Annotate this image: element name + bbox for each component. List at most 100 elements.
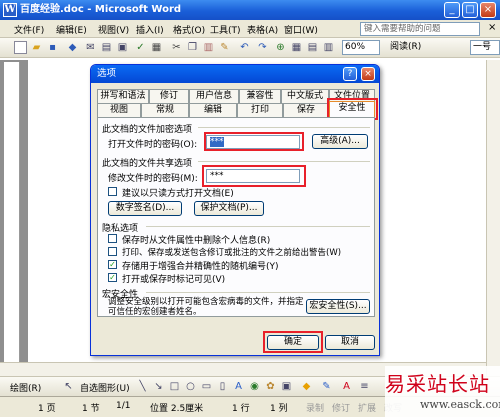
readonly-label: 建议以只读方式打开文档(E) <box>122 189 234 199</box>
print-preview-icon[interactable]: ▣ <box>116 41 129 54</box>
menu-format[interactable]: 格式(O) <box>173 23 205 36</box>
undo-icon[interactable]: ↶ <box>238 41 251 54</box>
draw-menu[interactable]: 绘图(R) <box>10 381 41 394</box>
status-section: 1 节 <box>82 404 100 414</box>
clipart-icon[interactable]: ✿ <box>264 380 277 393</box>
hyperlink-icon[interactable]: ⊕ <box>274 41 287 54</box>
new-document-icon[interactable] <box>14 41 27 54</box>
privacy-checkbox-4[interactable]: ✓ <box>108 273 117 282</box>
diagram-icon[interactable]: ◉ <box>248 380 261 393</box>
privacy-checkbox-1[interactable] <box>108 234 117 243</box>
tab-general[interactable]: 常规 <box>141 103 189 117</box>
tab-edit[interactable]: 编辑 <box>189 103 237 117</box>
arrow-icon[interactable]: ↘ <box>152 380 165 393</box>
vertical-textbox-icon[interactable]: ▯ <box>216 380 229 393</box>
dialog-help-button[interactable]: ? <box>343 67 357 81</box>
open-password-label: 打开文件时的密码(O): <box>108 140 198 150</box>
macro-description: 调整安全级别以打开可能包含宏病毒的文件，并指定可信任的宏创建者姓名。 <box>108 297 304 317</box>
line-color-icon[interactable]: ✎ <box>320 380 333 393</box>
menu-tools[interactable]: 工具(T) <box>210 23 241 36</box>
menu-table[interactable]: 表格(A) <box>247 23 278 36</box>
help-search-input[interactable]: 键入需要帮助的问题 <box>360 22 480 36</box>
window-titlebar: 百度经验.doc - Microsoft Word <box>0 0 500 20</box>
status-extend[interactable]: 扩展 <box>358 401 376 414</box>
status-pages: 1/1 <box>116 401 131 411</box>
doc-close-icon[interactable]: × <box>488 22 496 33</box>
dialog-close-button[interactable]: × <box>361 67 375 81</box>
zoom-select[interactable]: 60% <box>342 40 380 55</box>
open-folder-icon[interactable]: ▰ <box>30 41 43 54</box>
status-track[interactable]: 修订 <box>332 401 350 414</box>
share-group-label: 此文档的文件共享选项 <box>102 159 193 169</box>
email-icon[interactable]: ✉ <box>84 41 97 54</box>
menu-view[interactable]: 视图(V) <box>98 23 129 36</box>
copy-icon[interactable]: ❐ <box>186 41 199 54</box>
permission-icon[interactable]: ◆ <box>66 41 79 54</box>
divider <box>198 127 370 128</box>
format-painter-icon[interactable]: ✎ <box>218 41 231 54</box>
vertical-ruler <box>4 62 20 362</box>
tables-borders-icon[interactable]: ▦ <box>290 41 303 54</box>
open-password-highlight <box>204 132 304 151</box>
line-icon[interactable]: ╲ <box>136 380 149 393</box>
menu-file[interactable]: 文件(F) <box>14 23 44 36</box>
oval-icon[interactable]: ○ <box>184 380 197 393</box>
maximize-button[interactable]: □ <box>462 2 478 18</box>
fill-color-icon[interactable]: ◆ <box>300 380 313 393</box>
status-line: 1 行 <box>232 404 250 414</box>
minimize-button[interactable]: _ <box>444 2 460 18</box>
privacy-option-4: 打开或保存时标记可见(V) <box>122 275 226 285</box>
privacy-checkbox-3[interactable]: ✓ <box>108 260 117 269</box>
research-icon[interactable]: ▦ <box>150 41 163 54</box>
font-color-icon[interactable]: A <box>340 380 353 393</box>
save-icon[interactable]: ▪ <box>46 41 59 54</box>
privacy-option-2: 打印、保存或发送包含修订或批注的文件之前给出警告(W) <box>122 248 342 258</box>
tab-view[interactable]: 视图 <box>97 103 141 117</box>
digital-signature-button[interactable]: 数字签名(D)... <box>108 201 182 216</box>
font-size-select[interactable]: 一号 <box>470 40 500 55</box>
tab-spelling-grammar[interactable]: 拼写和语法 <box>97 89 149 103</box>
macro-security-button[interactable]: 宏安全性(S)... <box>306 299 370 314</box>
cut-icon[interactable]: ✂ <box>170 41 183 54</box>
tab-save[interactable]: 保存 <box>283 103 329 117</box>
tab-track-changes[interactable]: 修订 <box>149 89 189 103</box>
protect-document-button[interactable]: 保护文档(P)... <box>194 201 264 216</box>
readonly-checkbox[interactable] <box>108 187 117 196</box>
privacy-checkbox-2[interactable] <box>108 247 117 256</box>
tab-security[interactable]: 安全性 <box>329 101 375 117</box>
watermark-url: www.easck.com <box>420 398 500 411</box>
word-app-icon: W <box>3 3 17 17</box>
menu-window[interactable]: 窗口(W) <box>284 23 318 36</box>
columns-icon[interactable]: ▥ <box>322 41 335 54</box>
tab-chinese-typography[interactable]: 中文版式 <box>281 89 329 103</box>
menu-insert[interactable]: 插入(I) <box>136 23 164 36</box>
tab-compatibility[interactable]: 兼容性 <box>239 89 281 103</box>
vertical-scrollbar[interactable] <box>486 60 500 376</box>
insert-table-icon[interactable]: ▤ <box>306 41 319 54</box>
textbox-icon[interactable]: ▭ <box>200 380 213 393</box>
menu-edit[interactable]: 编辑(E) <box>56 23 87 36</box>
wordart-icon[interactable]: A <box>232 380 245 393</box>
ok-button-highlight <box>263 331 323 353</box>
autoshapes-menu[interactable]: 自选图形(U) <box>80 381 130 394</box>
spelling-icon[interactable]: ✓ <box>134 41 147 54</box>
modify-password-label: 修改文件时的密码(M): <box>108 174 198 184</box>
tab-user-info[interactable]: 用户信息 <box>189 89 239 103</box>
print-icon[interactable]: ▤ <box>100 41 113 54</box>
status-column: 1 列 <box>270 404 288 414</box>
tab-print[interactable]: 打印 <box>237 103 283 117</box>
status-record[interactable]: 录制 <box>306 401 324 414</box>
redo-icon[interactable]: ↷ <box>256 41 269 54</box>
options-dialog: 选项 ? × 拼写和语法 修订 用户信息 兼容性 中文版式 文件位置 视图 常规… <box>90 64 380 356</box>
advanced-button[interactable]: 高级(A)... <box>312 134 368 149</box>
select-objects-icon[interactable]: ↖ <box>62 380 75 393</box>
line-style-icon[interactable]: ≡ <box>358 380 371 393</box>
read-mode-button[interactable]: 阅读(R) <box>390 40 438 55</box>
close-button[interactable]: × <box>480 2 496 18</box>
divider <box>146 292 370 293</box>
rectangle-icon[interactable]: □ <box>168 380 181 393</box>
paste-icon[interactable]: ▥ <box>202 41 215 54</box>
watermark-text: 易采站长站 <box>385 372 490 396</box>
picture-icon[interactable]: ▣ <box>280 380 293 393</box>
cancel-button[interactable]: 取消 <box>325 335 375 350</box>
